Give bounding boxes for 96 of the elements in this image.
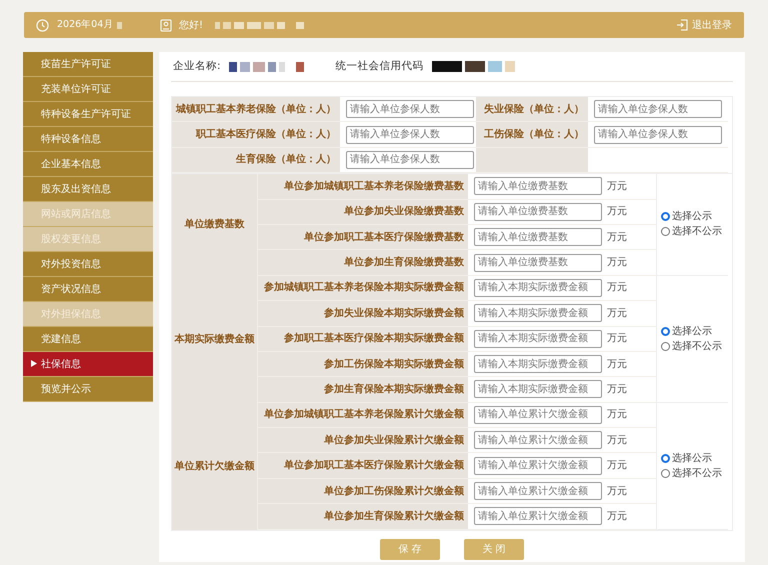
input-field[interactable]: 请输入单位缴费基数 (474, 228, 602, 246)
logout-link[interactable]: 退出登录 (676, 18, 732, 32)
field-label: 城镇职工基本养老保险（单位：人） (172, 97, 340, 122)
radio-option[interactable]: 选择不公示 (661, 224, 728, 240)
unit-text: 万元 (607, 510, 627, 524)
sidebar-item[interactable]: 预览并公示 (23, 377, 153, 402)
sidebar-item[interactable]: 对外投资信息 (23, 252, 153, 277)
group-label: 本期实际缴费金额 (172, 276, 258, 403)
unit-text: 万元 (607, 281, 627, 296)
group-label: 单位缴费基数 (172, 174, 258, 276)
sidebar-item[interactable]: 股东及出资信息 (23, 177, 153, 202)
input-field[interactable]: 请输入单位累计欠缴金额 (474, 482, 602, 500)
unit-text: 万元 (607, 382, 627, 397)
radio-label: 选择不公示 (672, 224, 722, 240)
input-field[interactable]: 请输入单位累计欠缴金额 (474, 406, 602, 424)
field-label: 单位参加城镇职工基本养老保险累计欠缴金额 (258, 402, 468, 428)
field-label: 参加生育保险本期实际缴费金额 (258, 377, 468, 403)
input-field[interactable]: 请输入单位缴费基数 (474, 177, 602, 196)
triangle-icon (31, 360, 37, 367)
sidebar-item[interactable]: 特种设备信息 (23, 127, 153, 152)
field-label: 参加工伤保险本期实际缴费金额 (258, 352, 468, 378)
field-label: 参加失业保险本期实际缴费金额 (258, 301, 468, 327)
radio-button[interactable] (661, 326, 670, 336)
form-button[interactable]: 保 存 (380, 538, 440, 560)
field-label: 参加城镇职工基本养老保险本期实际缴费金额 (258, 276, 468, 302)
field-label: 职工基本医疗保险（单位：人） (172, 122, 340, 148)
credit-code-label: 统一社会信用代码 (336, 58, 424, 74)
sidebar-item[interactable]: 资产状况信息 (23, 277, 153, 302)
radio-button[interactable] (661, 227, 670, 236)
input-field[interactable]: 请输入单位参保人数 (594, 100, 722, 118)
field-label: 参加职工基本医疗保险本期实际缴费金额 (258, 326, 468, 352)
radio-button[interactable] (661, 454, 670, 463)
field-label: 单位参加生育保险缴费基数 (258, 250, 468, 276)
unit-text: 万元 (607, 358, 627, 372)
input-field[interactable]: 请输入单位累计欠缴金额 (474, 431, 602, 450)
radio-option[interactable]: 选择不公示 (661, 466, 728, 481)
radio-button[interactable] (661, 468, 670, 478)
input-field[interactable]: 请输入本期实际缴费金额 (474, 330, 602, 348)
sidebar-item[interactable]: 充装单位许可证 (23, 77, 153, 102)
input-field[interactable]: 请输入单位参保人数 (594, 126, 722, 144)
unit-text: 万元 (607, 484, 627, 499)
radio-label: 选择公示 (672, 324, 712, 339)
sidebar-item[interactable]: 社保信息 (23, 352, 153, 377)
unit-text: 万元 (607, 459, 627, 474)
sidebar-item[interactable]: 特种设备生产许可证 (23, 102, 153, 127)
field-label: 单位参加生育保险累计欠缴金额 (258, 504, 468, 530)
field-label: 工伤保险（单位：人） (476, 122, 588, 148)
radio-option[interactable]: 选择公示 (661, 209, 728, 224)
radio-label: 选择不公示 (672, 340, 722, 354)
radio-option[interactable]: 选择不公示 (661, 338, 728, 354)
field-label: 单位参加职工基本医疗保险累计欠缴金额 (258, 453, 468, 479)
field-label: 生育保险（单位：人） (172, 148, 340, 174)
input-field[interactable]: 请输入单位参保人数 (346, 126, 474, 144)
radio-option[interactable]: 选择公示 (661, 450, 728, 466)
user-card-icon (160, 18, 172, 32)
unit-text: 万元 (607, 205, 627, 220)
input-field[interactable]: 请输入本期实际缴费金额 (474, 355, 602, 374)
input-field[interactable]: 请输入单位累计欠缴金额 (474, 507, 602, 526)
input-field[interactable]: 请输入单位参保人数 (346, 100, 474, 118)
unit-text: 万元 (607, 230, 627, 245)
company-name-label: 企业名称: (173, 58, 221, 74)
sidebar-item[interactable]: 党建信息 (23, 327, 153, 352)
greeting-text: 您好! (179, 18, 204, 32)
logout-icon (676, 19, 688, 31)
radio-button[interactable] (661, 212, 670, 222)
field-label: 失业保险（单位：人） (476, 97, 588, 122)
sidebar-item[interactable]: 企业基本信息 (23, 152, 153, 177)
radio-option[interactable]: 选择公示 (661, 324, 728, 339)
input-field[interactable]: 请输入单位累计欠缴金额 (474, 456, 602, 475)
input-field[interactable]: 请输入单位参保人数 (346, 150, 474, 169)
radio-label: 选择公示 (672, 452, 712, 466)
blurred-text-drawing (117, 22, 122, 28)
input-field[interactable]: 请输入本期实际缴费金额 (474, 278, 602, 297)
date-text: 2026年04月 (57, 18, 114, 32)
group-label: 单位累计欠缴金额 (172, 402, 258, 530)
form-button[interactable]: 关 闭 (464, 538, 524, 560)
unit-text: 万元 (607, 180, 627, 194)
field-label: 单位参加失业保险累计欠缴金额 (258, 428, 468, 454)
input-field[interactable]: 请输入单位缴费基数 (474, 254, 602, 272)
input-field[interactable]: 请输入本期实际缴费金额 (474, 304, 602, 322)
field-label: 单位参加工伤保险累计欠缴金额 (258, 478, 468, 504)
unit-text: 万元 (607, 306, 627, 321)
clock-icon (36, 18, 49, 32)
unit-text: 万元 (607, 434, 627, 448)
radio-label: 选择公示 (672, 210, 712, 224)
field-label: 单位参加职工基本医疗保险缴费基数 (258, 224, 468, 250)
field-label: 单位参加城镇职工基本养老保险缴费基数 (258, 174, 468, 200)
radio-label: 选择不公示 (672, 466, 722, 481)
unit-text: 万元 (607, 408, 627, 422)
radio-button[interactable] (661, 342, 670, 351)
input-field[interactable]: 请输入本期实际缴费金额 (474, 380, 602, 398)
unit-text: 万元 (607, 256, 627, 270)
input-field[interactable]: 请输入单位缴费基数 (474, 202, 602, 221)
sidebar-item[interactable]: 疫苗生产许可证 (23, 52, 153, 77)
field-label: 单位参加失业保险缴费基数 (258, 200, 468, 225)
unit-text: 万元 (607, 332, 627, 346)
